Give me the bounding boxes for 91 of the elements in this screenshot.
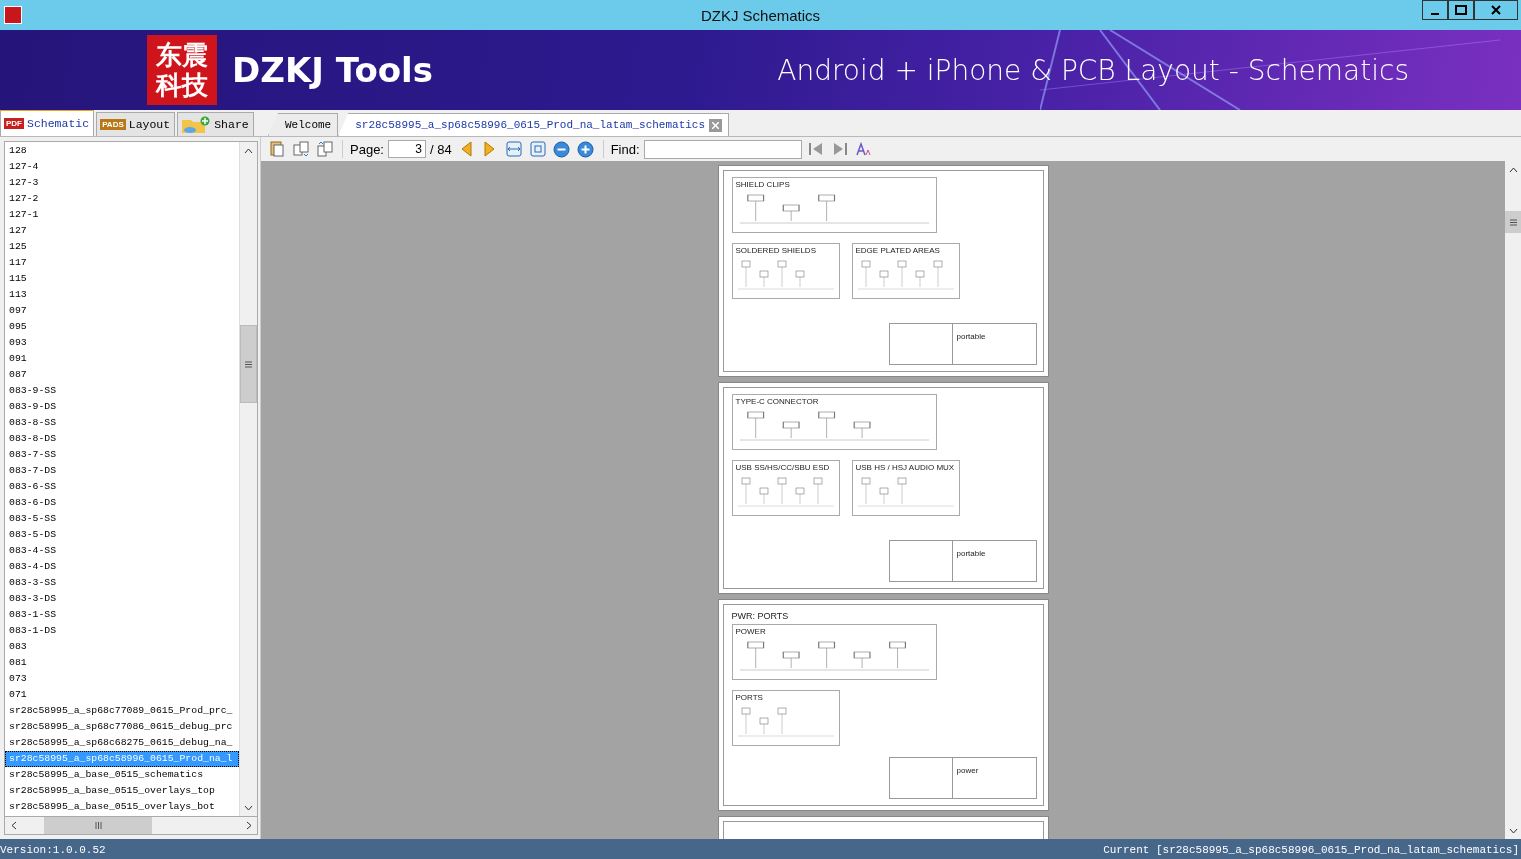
block-title: USB HS / HSJ AUDIO MUX: [855, 463, 956, 472]
list-item[interactable]: 097: [5, 303, 239, 319]
list-item[interactable]: 083-3-SS: [5, 575, 239, 591]
block-title: PORTS: [735, 693, 764, 702]
list-item[interactable]: sr28c58995_a_base_0515_overlays_top: [5, 783, 239, 799]
block-title: POWER: [735, 627, 767, 636]
fit-width-icon[interactable]: [503, 139, 524, 159]
page-field[interactable]: 3: [388, 140, 426, 158]
block-title: EDGE PLATED AREAS: [855, 246, 941, 255]
page-label: Page:: [350, 141, 384, 157]
scrollbar-thumb[interactable]: [44, 817, 152, 834]
list-item[interactable]: 128: [5, 143, 239, 159]
document-tab[interactable]: sr28c58995_a_sp68c58996_0615_Prod_na_latam_schematics: [338, 113, 730, 136]
version-text: Version:1.0.0.52: [0, 843, 106, 856]
list-item[interactable]: 125: [5, 239, 239, 255]
list-item[interactable]: 083-1-SS: [5, 607, 239, 623]
list-item[interactable]: 083-9-SS: [5, 383, 239, 399]
list-item[interactable]: 083-7-DS: [5, 463, 239, 479]
list-item[interactable]: 127: [5, 223, 239, 239]
block-title: SHIELD CLIPS: [735, 180, 791, 189]
maximize-button[interactable]: [1448, 0, 1474, 20]
list-item[interactable]: 083-5-DS: [5, 527, 239, 543]
list-item[interactable]: 117: [5, 255, 239, 271]
panel-tab[interactable]: PADS Layout: [96, 112, 176, 136]
list-item[interactable]: 083-3-DS: [5, 591, 239, 607]
maximize-icon: [1455, 5, 1467, 15]
list-item[interactable]: 127-2: [5, 191, 239, 207]
current-file-text: Current [sr28c58995_a_sp68c58996_0615_Prod_na_latam_schematics]: [1103, 843, 1519, 856]
list-item[interactable]: 095: [5, 319, 239, 335]
close-tab-button[interactable]: [709, 118, 723, 132]
zoom-out-icon[interactable]: [551, 139, 572, 159]
logo: 东震 科技: [147, 35, 217, 105]
block-title: TYPE-C CONNECTOR: [735, 397, 820, 406]
brand-name: DZKJ Tools: [232, 50, 433, 90]
list-item[interactable]: 083-7-SS: [5, 447, 239, 463]
block-title: USB SS/HS/CC/SBU ESD: [735, 463, 831, 472]
pages-icon[interactable]: [291, 139, 311, 159]
zoom-in-icon[interactable]: [575, 139, 596, 159]
list-item[interactable]: 113: [5, 287, 239, 303]
list-item[interactable]: 127-4: [5, 159, 239, 175]
list-item[interactable]: 127-3: [5, 175, 239, 191]
scrollbar-thumb[interactable]: [240, 325, 257, 403]
list-item[interactable]: 083-6-SS: [5, 479, 239, 495]
file-icon: PADS: [100, 119, 126, 130]
list-item[interactable]: 083-5-SS: [5, 511, 239, 527]
list-item[interactable]: sr28c58995_a_base_0515_overlays_bot: [5, 799, 239, 815]
list-item[interactable]: 083-8-DS: [5, 431, 239, 447]
block-title: SOLDERED SHIELDS: [735, 246, 817, 255]
tagline: Android + iPhone & PCB Layout - Schematics: [777, 53, 1409, 87]
title-block-text: portable: [956, 332, 986, 341]
panel-tab[interactable]: PDF Schematic: [0, 109, 95, 136]
list-item[interactable]: 093: [5, 335, 239, 351]
list-item[interactable]: 083-6-DS: [5, 495, 239, 511]
cloud-folder-icon: [181, 115, 212, 134]
list-item[interactable]: 087: [5, 367, 239, 383]
title-block-text: power: [956, 766, 979, 775]
scrollbar-thumb[interactable]: [1505, 211, 1521, 233]
close-icon: [1491, 5, 1501, 15]
list-item[interactable]: 073: [5, 671, 239, 687]
document-icon[interactable]: [267, 139, 287, 159]
find-field[interactable]: [643, 139, 802, 159]
close-button[interactable]: [1474, 0, 1518, 20]
list-item[interactable]: 083-9-DS: [5, 399, 239, 415]
window-title: DZKJ Schematics: [700, 6, 821, 24]
minimize-button[interactable]: [1422, 0, 1448, 20]
list-item[interactable]: 083: [5, 639, 239, 655]
list-item[interactable]: 083-1-DS: [5, 623, 239, 639]
list-item[interactable]: sr28c58995_a_sp68c68275_0615_debug_na_: [5, 735, 239, 751]
list-item[interactable]: 115: [5, 271, 239, 287]
list-item[interactable]: sr28c58995_a_sp68c77089_0615_Prod_prc_: [5, 703, 239, 719]
page-heading: PWR: PORTS: [731, 611, 790, 621]
page-total: / 84: [430, 141, 452, 157]
list-item[interactable]: 081: [5, 655, 239, 671]
panel-tab[interactable]: Share: [177, 112, 254, 136]
list-item[interactable]: 083-4-DS: [5, 559, 239, 575]
list-item[interactable]: 083-4-SS: [5, 543, 239, 559]
app-icon: [4, 6, 22, 24]
list-item[interactable]: 071: [5, 687, 239, 703]
list-item[interactable]: 083-8-SS: [5, 415, 239, 431]
fit-page-icon[interactable]: [527, 139, 548, 159]
list-item[interactable]: sr28c58995_a_sp68c77086_0615_debug_prc: [5, 719, 239, 735]
close-icon: [712, 121, 720, 129]
pages-icon[interactable]: [315, 139, 335, 159]
minimize-icon: [1430, 13, 1440, 15]
file-icon: PDF: [4, 118, 24, 129]
find-label: Find:: [610, 141, 640, 157]
document-tab[interactable]: Welcome: [268, 113, 339, 136]
title-block-text: portable: [956, 549, 986, 558]
list-item[interactable]: 127-1: [5, 207, 239, 223]
list-item[interactable]: 091: [5, 351, 239, 367]
list-item[interactable]: sr28c58995_a_base_0515_schematics: [5, 767, 239, 783]
